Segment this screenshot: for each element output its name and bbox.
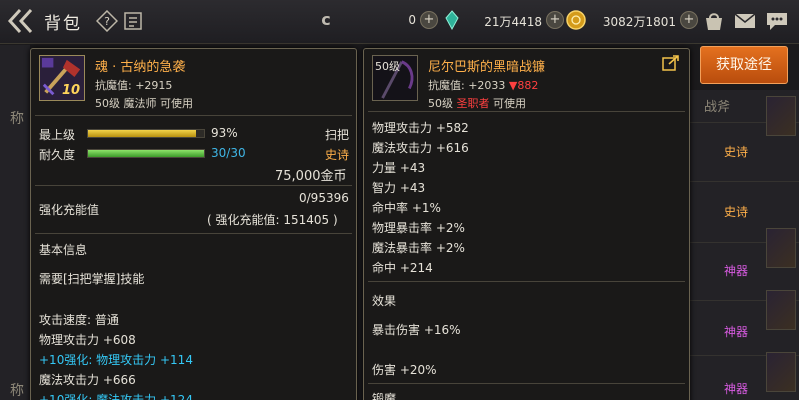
price: 75,000金币 [275,169,347,184]
divider [368,383,685,384]
notebook-icon[interactable] [122,10,144,32]
divider [35,233,352,234]
gold-coin-icon [566,10,586,30]
item-name: 魂 · 古纳的急袭 [95,60,186,75]
bg-item-thumb[interactable] [766,352,796,392]
stat-line: 物理攻击力 +608 [39,333,136,347]
stat-line: 魔法攻击力 +616 [372,141,469,155]
enhance-label: 强化充能值 [39,203,100,217]
stat-line: 魔法攻击力 +666 [39,373,136,387]
max-level-label: 最上级 [39,128,76,142]
effect-line: 暴击伤害 +16% [372,323,461,337]
add-gem-icon[interactable]: + [546,11,564,29]
max-level-bar [87,129,205,138]
gem-icon [444,10,460,31]
add-diamond-icon[interactable]: + [420,11,438,29]
currency-c-icon: c [321,10,331,29]
stat-line-enhance: +10强化: 物理攻击力 +114 [39,353,193,367]
mail-icon[interactable] [733,10,757,32]
level-class: 50级 魔法师 可使用 [95,97,193,110]
enhance-total: ( 强化充能值: 151405 ) [207,213,338,227]
stat-line: 力量 +43 [372,161,426,175]
bg-rarity-label: 神器 [724,264,749,278]
gold-count: 3082万1801 [602,15,676,29]
stat-line: 魔法暴击率 +2% [372,241,465,255]
item-name: 尼尔巴斯的黑暗战镰 [428,60,546,75]
bg-item-thumb[interactable] [766,96,796,136]
bg-item-thumb[interactable] [766,290,796,330]
resist-value: 抗魔值: +2033 ▼882 [428,77,538,93]
effect-line: 伤害 +20% [372,363,437,377]
bg-rarity-label: 神器 [724,325,749,339]
gem-count: 21万4418 [484,15,542,29]
level-prefix: 50级 [428,97,453,110]
effect-label: 效果 [372,294,397,308]
stat-line: 命中率 +1% [372,201,441,215]
chat-icon[interactable] [765,10,789,32]
scythe-weapon-icon: 50级 [372,55,418,101]
help-icon[interactable]: ? [95,9,119,33]
bg-left-label-2: 称 [10,383,24,399]
resist-diff: ▼882 [508,79,539,92]
max-level-bar-fill [88,130,196,137]
durability-value: 30/30 [211,146,246,160]
share-icon[interactable] [662,55,680,71]
get-source-button[interactable]: 获取途径 [700,46,788,84]
bg-left-label: 称 [10,111,24,127]
rarity-label: 史诗 [325,148,350,162]
basic-info-label: 基本信息 [39,243,88,257]
durability-bar-fill [88,150,204,157]
broom-weapon-icon: 10 [39,55,85,101]
enhance-badge: 10 [62,83,81,98]
stat-line: 智力 +43 [372,181,426,195]
durability-label: 耐久度 [39,148,76,162]
bg-rarity-label: 史诗 [724,145,749,159]
stat-line-enhance: +10强化: 魔法攻击力 +124 [39,393,193,400]
compare-item-tooltip: 50级 尼尔巴斯的黑暗战镰 抗魔值: +2033 ▼882 50级 圣职者 可使… [363,48,690,400]
bg-rarity-label: 神器 [724,382,749,396]
bg-rarity-label: 史诗 [724,205,749,219]
stat-line: 物理暴击率 +2% [372,221,465,235]
weapon-type: 扫把 [325,128,350,142]
divider [35,185,352,186]
divider [368,281,685,282]
skill-requirement: 需要[扫把掌握]技能 [39,272,145,286]
durability-bar [87,149,205,158]
equipped-item-tooltip: 10 魂 · 古纳的急袭 抗魔值: +2915 50级 魔法师 可使用 最上级 … [30,48,357,400]
enhance-value: 0/95396 [299,191,349,205]
back-arrow-icon[interactable] [6,7,36,35]
diamond-count: 0 [408,13,416,27]
stat-line: 物理攻击力 +582 [372,121,469,135]
stat-line: 攻击速度: 普通 [39,313,119,327]
class-requirement: 圣职者 [456,97,490,110]
left-bg-strip [0,45,30,400]
divider [35,115,352,116]
svg-text:?: ? [104,15,110,28]
stat-line: 命中 +214 [372,261,433,275]
divider [368,111,685,112]
resist-value: 抗魔值: +2915 [95,79,173,92]
max-level-pct: 93% [211,126,238,140]
bg-item-thumb[interactable] [766,228,796,268]
add-gold-icon[interactable]: + [680,11,698,29]
divider [690,181,799,182]
level-class: 50级 圣职者 可使用 [428,95,526,111]
bg-tab-axe[interactable]: 战斧 [704,96,730,115]
bag-icon[interactable] [702,10,726,32]
top-bar: 背包 ? c 0 + 21万4418 + 3082万1801 + [0,0,799,44]
resist-prefix: 抗魔值: +2033 [428,79,506,92]
level-badge: 50级 [375,60,400,73]
section-label: 锻魔 [372,392,397,400]
usable-label: 可使用 [493,97,526,110]
page-title: 背包 [44,14,82,34]
